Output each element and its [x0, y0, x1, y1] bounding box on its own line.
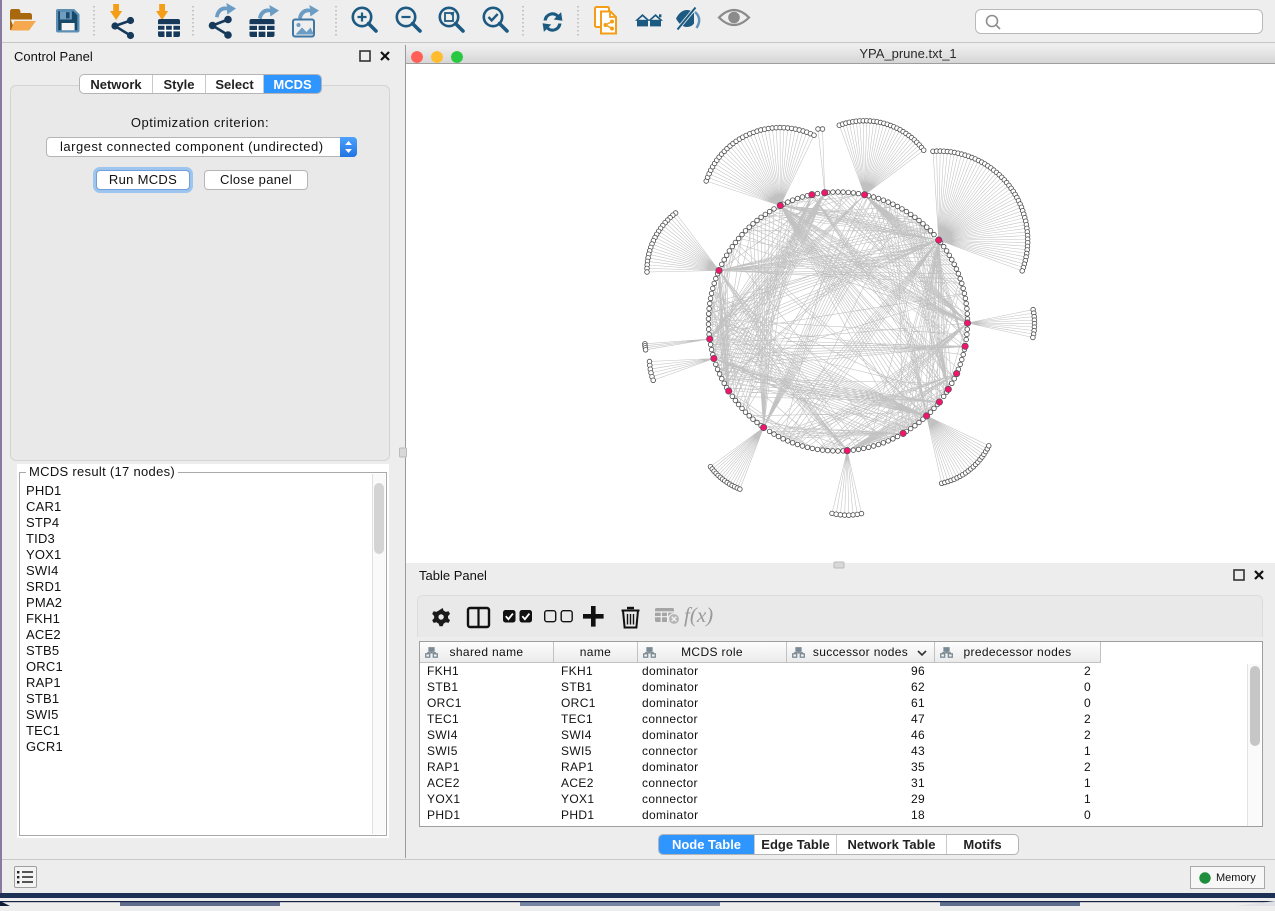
- svg-text:f(x): f(x): [684, 603, 713, 627]
